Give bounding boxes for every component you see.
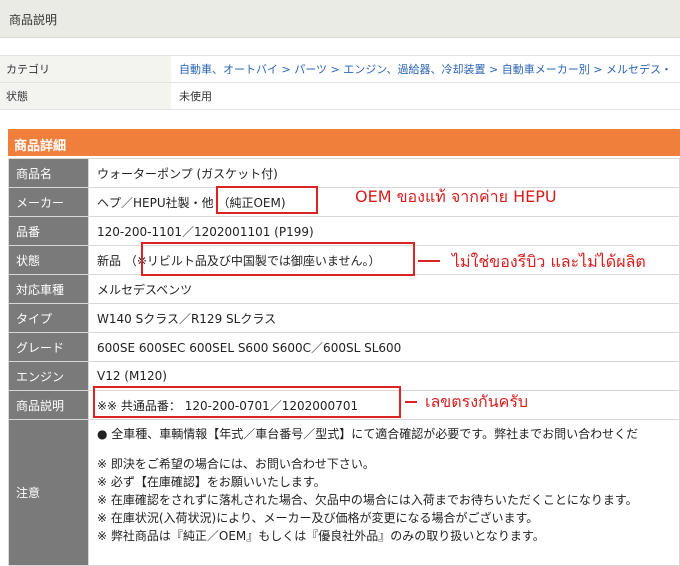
product-spec-table: 商品名 ウォーターポンプ (ガスケット付) メーカー ヘプ／HEPU社製・他 （…	[8, 158, 680, 566]
note-line: ※ 弊社商品は『純正／OEM』もしくは『優良社外品』のみの取り扱いとなります。	[97, 529, 545, 543]
description-header-title: 商品説明	[9, 13, 58, 27]
not-rebuilt-annotation: ไม่ใช่ของรีบิว และไม่ได้ผลิต	[452, 252, 646, 271]
category-breadcrumb-link[interactable]: 自動車、オートバイ > パーツ > エンジン、過給器、冷却装置 > 自動車メーカ…	[179, 63, 672, 76]
condition-value: 未使用	[171, 82, 680, 110]
spec-label: 対応車種	[8, 274, 89, 304]
product-detail-heading: 商品詳細	[14, 139, 67, 154]
spec-row-vehicle: 対応車種 メルセデスベンツ	[8, 274, 680, 304]
spec-value: ウォーターポンプ (ガスケット付)	[88, 158, 680, 188]
condition-row: 状態 未使用	[0, 82, 680, 110]
spec-label: エンジン	[8, 361, 89, 391]
condition-label: 状態	[0, 82, 171, 110]
spec-value: メルセデスベンツ	[88, 274, 680, 304]
note-line: ※ 必ず【在庫確認】をお願いいたします。	[97, 475, 326, 489]
note-line: ● 全車種、車輌情報【年式／車台番号／型式】にて適合確認が必要です。弊社までお問…	[97, 427, 639, 441]
spec-label: 商品説明	[8, 390, 89, 420]
oem-highlight-box	[216, 186, 318, 214]
spec-label: 品番	[8, 216, 89, 246]
product-detail-heading-bar: 商品詳細	[8, 129, 680, 156]
note-line: ※ 在庫状況(入荷状況)により、メーカー及び価格が変更になる場合がございます。	[97, 511, 539, 525]
spec-row-product-name: 商品名 ウォーターポンプ (ガスケット付)	[8, 158, 680, 188]
spec-label: 商品名	[8, 158, 89, 188]
part-number-highlight-box	[93, 386, 401, 418]
spec-value: W140 Sクラス／R129 SLクラス	[88, 303, 680, 333]
notes-label: 注意	[8, 419, 89, 566]
not-rebuilt-highlight-box	[141, 242, 415, 276]
not-rebuilt-pointer-line	[418, 260, 440, 262]
category-value: 自動車、オートバイ > パーツ > エンジン、過給器、冷却装置 > 自動車メーカ…	[171, 55, 680, 83]
category-label: カテゴリ	[0, 55, 171, 83]
spec-label: グレード	[8, 332, 89, 362]
spec-value: 600SE 600SEC 600SEL S600 S600C／600SL SL6…	[88, 332, 680, 362]
spec-row-type: タイプ W140 Sクラス／R129 SLクラス	[8, 303, 680, 333]
category-row: カテゴリ 自動車、オートバイ > パーツ > エンジン、過給器、冷却装置 > 自…	[0, 55, 680, 83]
part-number-pointer-line	[405, 401, 417, 403]
notes-value: ● 全車種、車輌情報【年式／車台番号／型式】にて適合確認が必要です。弊社までお問…	[88, 419, 680, 566]
oem-annotation: OEM ของแท้ จากค่าย HEPU	[355, 187, 557, 206]
note-line: ※ 即決をご希望の場合には、お問い合わせ下さい。	[97, 457, 375, 471]
part-number-annotation: เลขตรงกันครับ	[425, 392, 529, 411]
spec-label: 状態	[8, 245, 89, 275]
spec-row-notes: 注意 ● 全車種、車輌情報【年式／車台番号／型式】にて適合確認が必要です。弊社ま…	[8, 419, 680, 566]
description-header-bar: 商品説明	[0, 0, 680, 38]
spec-row-grade: グレード 600SE 600SEC 600SEL S600 S600C／600S…	[8, 332, 680, 362]
note-spacer	[97, 443, 679, 455]
spec-label: タイプ	[8, 303, 89, 333]
note-line: ※ 在庫確認をされずに落札された場合、欠品中の場合には入荷までお待ちいただくこと…	[97, 493, 638, 507]
spec-label: メーカー	[8, 187, 89, 217]
item-info-table: カテゴリ 自動車、オートバイ > パーツ > エンジン、過給器、冷却装置 > 自…	[0, 55, 680, 110]
spec-row-maker: メーカー ヘプ／HEPU社製・他 （純正OEM)	[8, 187, 680, 217]
